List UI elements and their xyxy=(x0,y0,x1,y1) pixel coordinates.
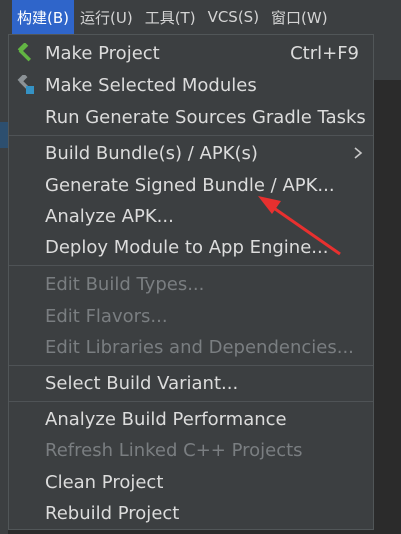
chevron-right-icon xyxy=(351,145,365,161)
menu-item-label: Refresh Linked C++ Projects xyxy=(45,439,303,461)
build-menu-dropdown: Make Project Ctrl+F9 Make Selected Modul… xyxy=(8,34,374,530)
menu-item-refresh-linked-cpp: Refresh Linked C++ Projects xyxy=(9,435,373,465)
menu-item-edit-libraries: Edit Libraries and Dependencies... xyxy=(9,332,373,362)
menu-vcs[interactable]: VCS(S) xyxy=(202,0,265,34)
menu-item-make-project[interactable]: Make Project Ctrl+F9 xyxy=(9,38,373,68)
menu-item-label: Generate Signed Bundle / APK... xyxy=(45,174,335,196)
editor-area xyxy=(374,34,401,534)
toolbar-strip xyxy=(374,34,401,80)
menu-item-label: Select Build Variant... xyxy=(45,372,239,394)
menu-window[interactable]: 窗口(W) xyxy=(265,0,334,34)
menu-item-generate-signed-bundle[interactable]: Generate Signed Bundle / APK... xyxy=(9,170,373,200)
hammer-modules-icon xyxy=(15,73,35,95)
menu-separator xyxy=(9,401,373,402)
menu-item-edit-build-types: Edit Build Types... xyxy=(9,269,373,299)
menu-separator xyxy=(9,265,373,266)
menu-item-label: Make Selected Modules xyxy=(45,74,257,96)
menu-item-label: Edit Libraries and Dependencies... xyxy=(45,336,354,358)
menu-item-build-bundles-apks[interactable]: Build Bundle(s) / APK(s) xyxy=(9,138,373,168)
ide-window: 构建(B) 运行(U) 工具(T) VCS(S) 窗口(W) Make Proj… xyxy=(0,0,401,534)
menu-item-clean-project[interactable]: Clean Project xyxy=(9,467,373,497)
menu-bar: 构建(B) 运行(U) 工具(T) VCS(S) 窗口(W) xyxy=(0,0,401,34)
menu-item-make-selected-modules[interactable]: Make Selected Modules xyxy=(9,70,373,100)
menu-item-label: Make Project xyxy=(45,42,160,64)
menu-build[interactable]: 构建(B) xyxy=(12,0,74,34)
menu-item-run-generate-sources[interactable]: Run Generate Sources Gradle Tasks xyxy=(9,102,373,132)
menu-item-label: Clean Project xyxy=(45,471,164,493)
menu-item-analyze-build-performance[interactable]: Analyze Build Performance xyxy=(9,404,373,434)
menu-run[interactable]: 运行(U) xyxy=(74,0,139,34)
menu-item-label: Edit Build Types... xyxy=(45,273,205,295)
menu-item-deploy-module[interactable]: Deploy Module to App Engine... xyxy=(9,232,373,262)
menu-item-select-build-variant[interactable]: Select Build Variant... xyxy=(9,368,373,398)
shortcut-label: Ctrl+F9 xyxy=(290,42,359,64)
left-tool-tab[interactable] xyxy=(0,122,8,148)
menu-item-label: Analyze Build Performance xyxy=(45,408,287,430)
menu-item-rebuild-project[interactable]: Rebuild Project xyxy=(9,498,373,528)
menu-item-label: Rebuild Project xyxy=(45,502,180,524)
menu-item-label: Deploy Module to App Engine... xyxy=(45,236,329,258)
menu-separator xyxy=(9,135,373,136)
menu-item-label: Build Bundle(s) / APK(s) xyxy=(45,142,258,164)
menu-tools[interactable]: 工具(T) xyxy=(139,0,202,34)
menu-item-label: Edit Flavors... xyxy=(45,305,168,327)
menu-item-analyze-apk[interactable]: Analyze APK... xyxy=(9,201,373,231)
menu-item-label: Analyze APK... xyxy=(45,205,174,227)
hammer-icon xyxy=(15,42,35,63)
left-tool-gutter xyxy=(0,34,8,534)
menu-separator xyxy=(9,365,373,366)
menu-item-label: Run Generate Sources Gradle Tasks xyxy=(45,106,366,128)
menu-item-edit-flavors: Edit Flavors... xyxy=(9,301,373,331)
